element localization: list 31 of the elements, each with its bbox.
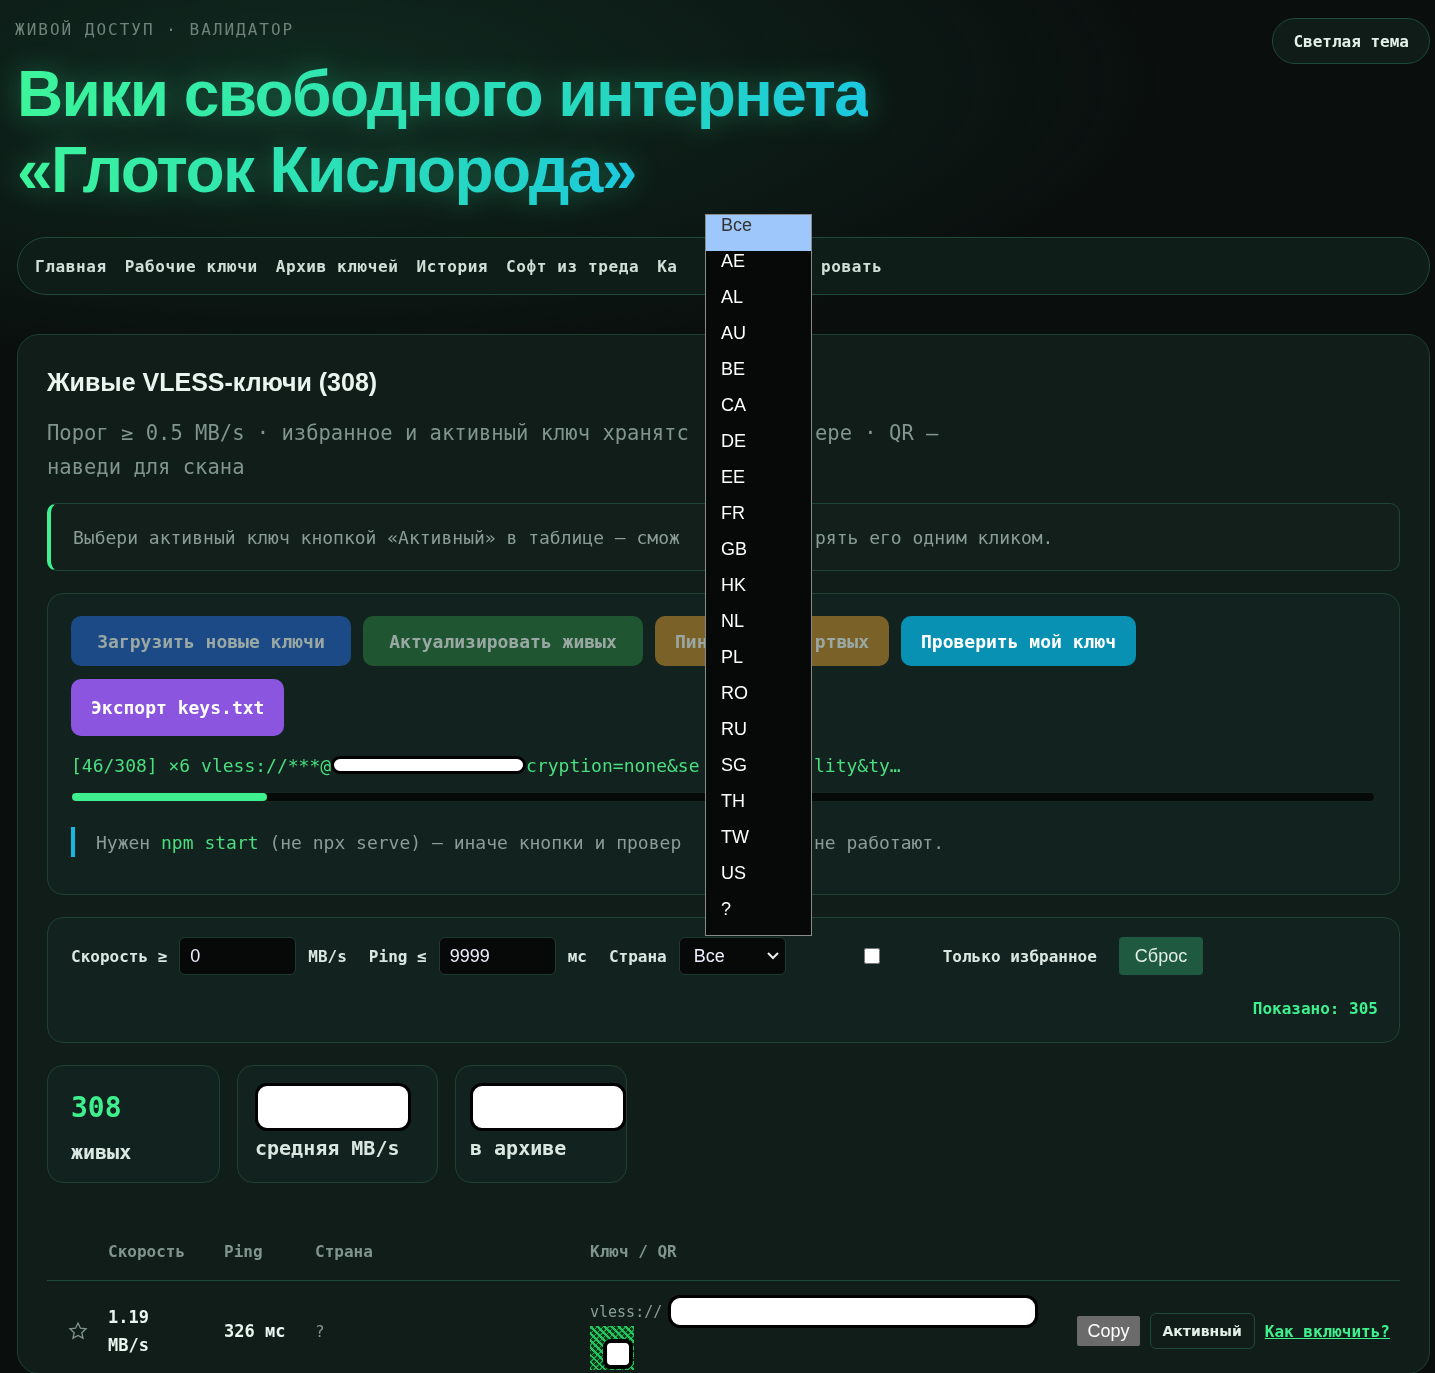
stat-label: живых [71,1140,133,1164]
progress-text: lity&ty… [814,754,901,776]
subtitle-text: ере · QR – [815,420,939,447]
country-text: ? [315,1321,325,1341]
info-text: Выбери активный ключ кнопкой «Активный» в таблице – смож [73,526,681,548]
column-header: Страна [315,1242,374,1261]
column-header: Ключ / QR [590,1242,678,1261]
filter-label: Ping ≤ [368,946,427,966]
stat-label: средняя MB/s [255,1136,401,1160]
subtitle-text: Порог ≥ 0.5 MB/s · избранное и активный ключ хранятс [47,420,690,447]
column-header: Скорость [108,1242,187,1261]
checkbox-label: Только избранное [942,946,1097,966]
unit-label: мс [567,946,587,966]
column-header: Ping [224,1242,264,1261]
note-text: не работают. [814,831,945,853]
subtitle-text: наведи для скана [47,455,245,479]
shown-count: Показано: 305 [1252,999,1378,1018]
eyebrow-text: ЖИВОЙ ДОСТУП · ВАЛИДАТОР [15,20,295,39]
unit-label: MB/s [308,946,347,966]
note-text: Нужен npm start (не npx serve) – иначе кнопки и провер [96,831,683,853]
info-text: рять его одним кликом. [815,526,1054,548]
progress-text: cryption=none&se [526,754,700,776]
section-title: Живые VLESS-ключи (308) [47,367,378,398]
stat-label: в архиве [470,1136,568,1160]
stat-value: 308 [71,1090,122,1124]
speed-text: 1.19 MB/s [108,1306,150,1357]
key-text: vless:// [590,1302,663,1321]
progress-text: [46/308] ×6 vless://***@ [71,754,332,776]
filter-label: Скорость ≥ [71,946,168,966]
ping-text: 326 мс [224,1321,286,1341]
filter-label: Страна [608,946,667,966]
